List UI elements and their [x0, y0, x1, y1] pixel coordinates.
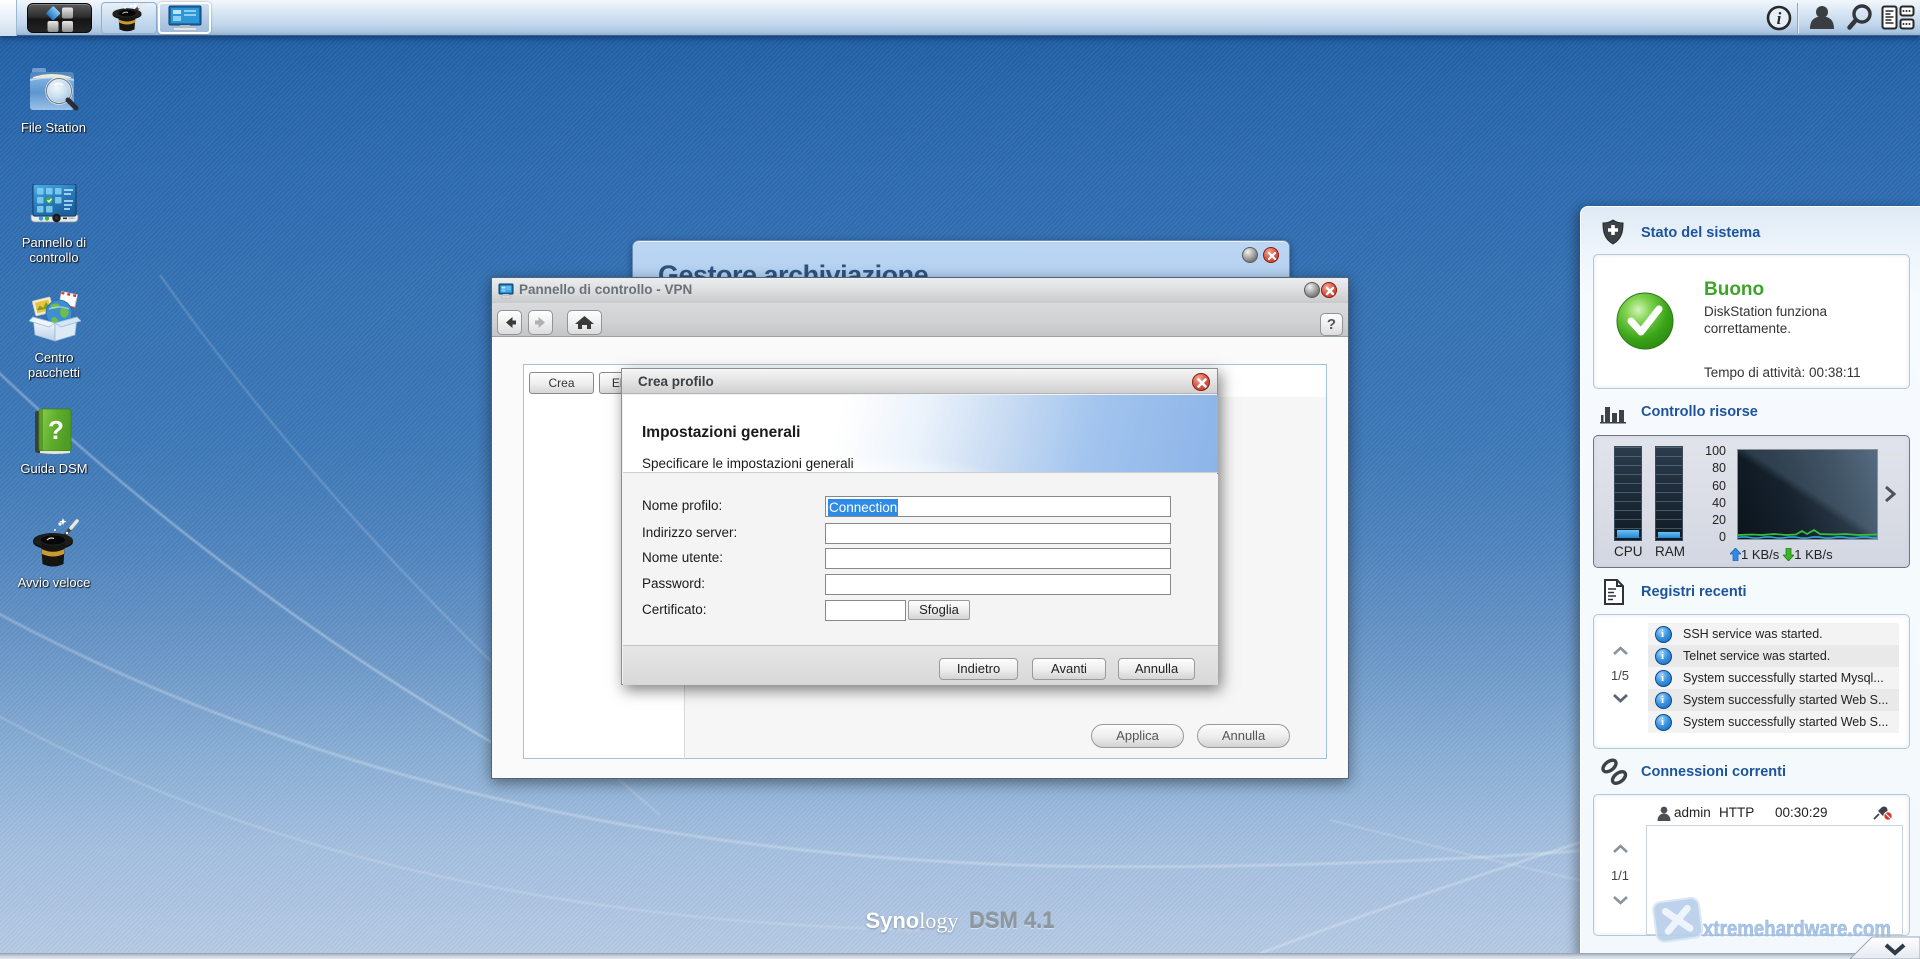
svg-text:?: ?	[48, 415, 64, 445]
svg-text:i: i	[1777, 9, 1782, 28]
